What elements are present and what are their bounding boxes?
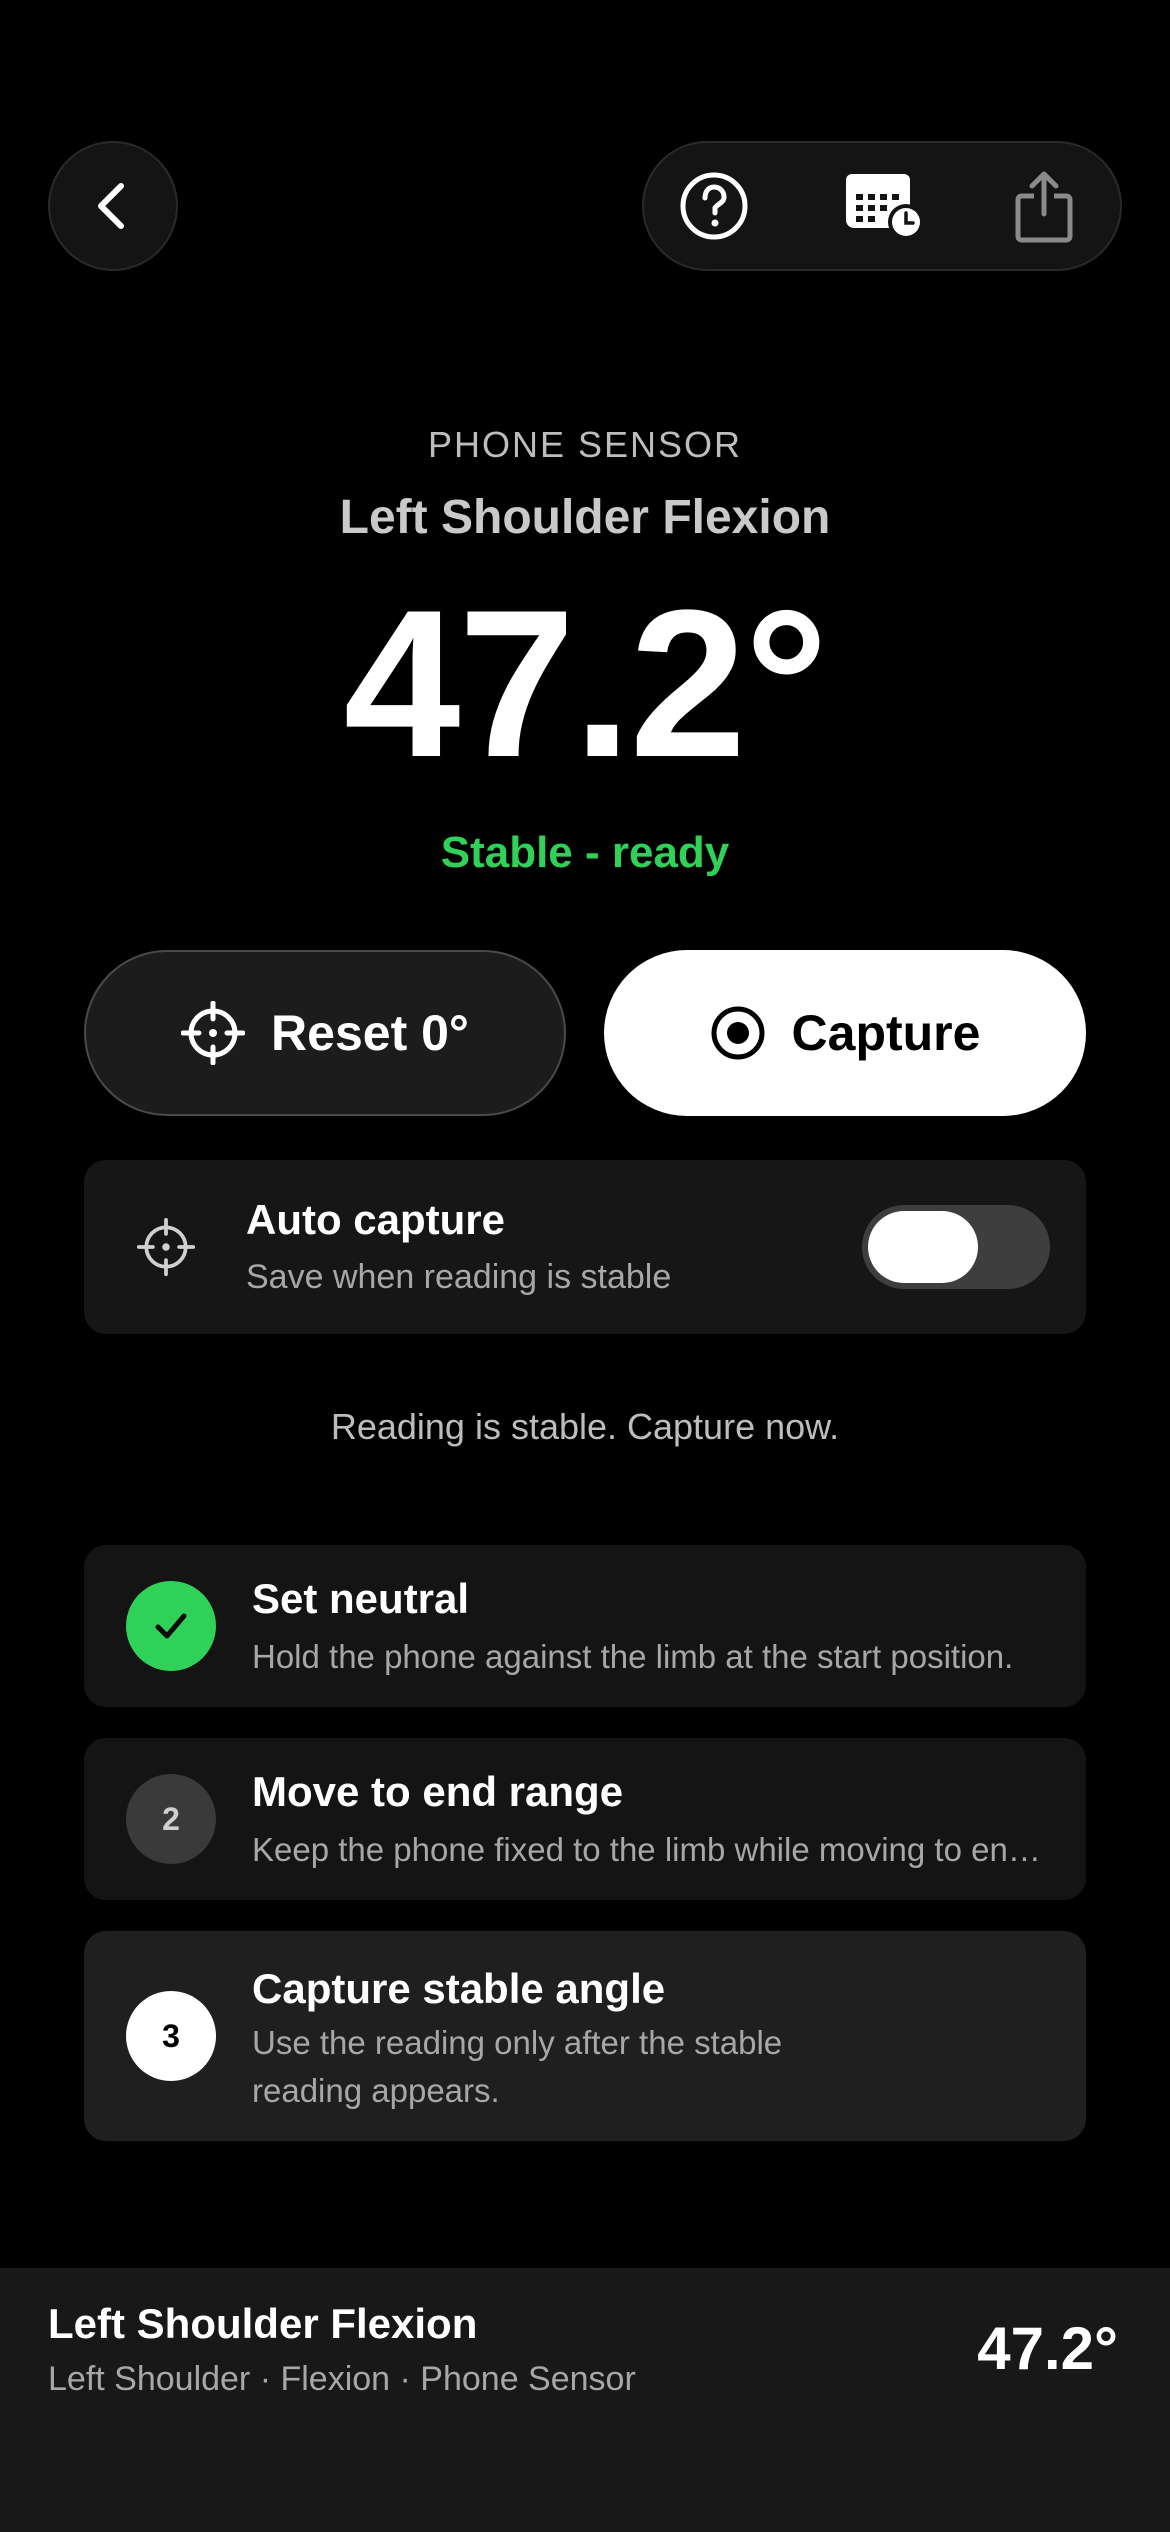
capture-hint: Reading is stable. Capture now. — [330, 1406, 840, 1447]
reset-zero-label: Reset 0° — [271, 1005, 469, 1061]
history-button[interactable] — [824, 143, 944, 269]
record-icon — [711, 1006, 765, 1060]
sensor-source-label: PHONE SENSOR — [427, 424, 743, 465]
toolbar — [642, 141, 1122, 271]
share-icon — [1015, 171, 1073, 243]
summary-angle: 47.2° — [977, 2315, 1118, 2382]
auto-capture-toggle[interactable] — [862, 1205, 1050, 1289]
step-title: Capture stable angle — [252, 1965, 666, 2012]
step-number-badge: 2 — [126, 1774, 216, 1864]
auto-capture-title: Auto capture — [246, 1196, 506, 1243]
step-description: Use the reading only after the stable re… — [252, 2024, 783, 2109]
step-number-badge: 3 — [126, 1991, 216, 2081]
angle-readout: 47.2° — [343, 566, 829, 801]
reset-zero-button[interactable]: Reset 0° — [84, 950, 566, 1116]
step-set-neutral: Set neutral Hold the phone against the l… — [84, 1545, 1086, 1707]
step-description: Keep the phone fixed to the limb while m… — [252, 1831, 1042, 1868]
step-capture-stable-angle: 3 Capture stable angle Use the reading o… — [84, 1931, 1086, 2141]
crosshair-icon — [136, 1217, 196, 1277]
stability-status: Stable - ready — [440, 828, 730, 877]
share-button[interactable] — [984, 143, 1104, 269]
step-description: Hold the phone against the limb at the s… — [252, 1638, 1014, 1675]
summary-title: Left Shoulder Flexion — [48, 2300, 478, 2347]
step-move-to-end-range: 2 Move to end range Keep the phone fixed… — [84, 1738, 1086, 1900]
measurement-summary-bar: Left Shoulder Flexion Left Shoulder · Fl… — [0, 2268, 1170, 2532]
auto-capture-card: Auto capture Save when reading is stable — [84, 1160, 1086, 1334]
help-button[interactable] — [654, 143, 774, 269]
capture-button[interactable]: Capture — [604, 950, 1086, 1116]
step-title: Set neutral — [252, 1575, 470, 1622]
chevron-left-icon — [98, 183, 124, 229]
crosshair-icon — [181, 1001, 246, 1065]
check-icon — [126, 1581, 216, 1671]
toggle-knob — [868, 1211, 978, 1283]
auto-capture-subtitle: Save when reading is stable — [246, 1258, 672, 1296]
back-button[interactable] — [48, 141, 178, 271]
summary-meta: Left Shoulder · Flexion · Phone Sensor — [48, 2360, 636, 2398]
question-circle-icon — [680, 172, 748, 240]
calendar-clock-icon — [846, 174, 924, 240]
exercise-title: Left Shoulder Flexion — [339, 491, 831, 544]
step-title: Move to end range — [252, 1768, 624, 1815]
capture-label: Capture — [791, 1005, 981, 1061]
